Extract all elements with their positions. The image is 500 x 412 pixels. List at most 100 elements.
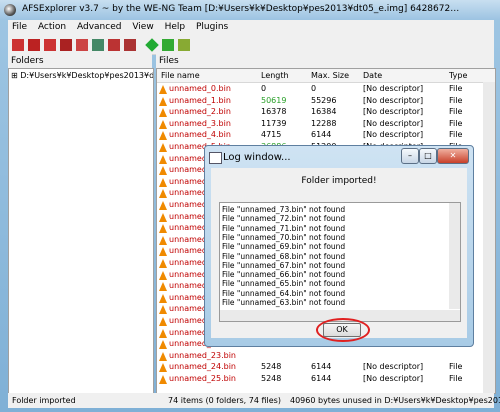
length-cell: 50619 xyxy=(261,95,287,105)
log-line: File "unnamed_67.bin" not found xyxy=(222,260,346,270)
save-icon[interactable] xyxy=(28,39,40,51)
dialog-body: Folder imported! File "unnamed_73.bin" n… xyxy=(211,168,467,342)
file-icon xyxy=(159,131,167,141)
import-icon[interactable] xyxy=(44,39,56,51)
file-icon xyxy=(159,212,167,222)
export-icon[interactable] xyxy=(60,39,72,51)
menu-plugins[interactable]: Plugins xyxy=(192,20,232,34)
tool-icon[interactable] xyxy=(92,39,104,51)
menu-advanced[interactable]: Advanced xyxy=(73,20,125,34)
folders-header: Folders xyxy=(8,54,152,68)
file-icon xyxy=(159,317,167,326)
settings-icon[interactable] xyxy=(178,39,190,51)
file-icon xyxy=(159,305,167,315)
toolbar xyxy=(8,36,494,55)
rebuild-icon[interactable] xyxy=(76,39,88,51)
file-icon xyxy=(159,293,167,303)
file-icon xyxy=(159,119,167,129)
date-cell: [No descriptor] xyxy=(363,107,424,117)
expand-icon[interactable]: ⊞ xyxy=(11,71,20,80)
menu-view[interactable]: View xyxy=(128,20,157,34)
table-row[interactable]: unnamed_24.bin 5248 6144 [No descriptor] Fil… xyxy=(157,362,487,373)
date-cell: [No descriptor] xyxy=(363,95,424,105)
tree-node[interactable]: ⊞ D:¥Users¥k¥Desktop¥pes2013¥dt05_ xyxy=(11,71,153,80)
file-name-cell: unnamed_0.bin xyxy=(169,84,231,93)
log-line: File "unnamed_70.bin" not found xyxy=(222,232,346,242)
col-max-size[interactable]: Max. Size xyxy=(311,71,349,80)
file-name-cell: unnamed_25.bin xyxy=(169,374,236,383)
date-cell: [No descriptor] xyxy=(363,118,424,128)
file-icon xyxy=(159,328,167,338)
window-title: AFSExplorer v3.7 ~ by the WE-NG Team [D:… xyxy=(22,4,460,14)
table-row[interactable]: unnamed_23.bin xyxy=(157,351,487,362)
max-size-cell: 6144 xyxy=(311,374,332,383)
log-dialog: Log window... – □ ✕ Folder imported! Fil… xyxy=(204,145,474,347)
menu-bar: File Action Advanced View Help Plugins xyxy=(8,20,494,36)
menu-help[interactable]: Help xyxy=(161,20,190,34)
type-cell: File xyxy=(449,95,463,105)
length-cell: 11739 xyxy=(261,118,287,128)
col-file-name[interactable]: File name xyxy=(161,71,200,80)
length-cell: 0 xyxy=(261,84,267,93)
type-cell: File xyxy=(449,118,463,128)
waveform-icon[interactable] xyxy=(162,39,174,51)
table-row[interactable]: unnamed_1.bin 50619 55296 [No descriptor] Fi… xyxy=(157,96,487,107)
folder-tree[interactable]: ⊞ D:¥Users¥k¥Desktop¥pes2013¥dt05_ xyxy=(8,68,154,394)
table-row[interactable]: unnamed_3.bin 11739 12288 [No descriptor] Fi… xyxy=(157,119,487,130)
length-cell: 5248 xyxy=(261,374,282,383)
table-row[interactable]: unnamed_0.bin 0 0 [No descriptor] File xyxy=(157,84,487,95)
folders-label: Folders xyxy=(11,56,44,66)
save-as-icon[interactable] xyxy=(108,39,120,51)
files-header: Files xyxy=(156,54,494,68)
file-icon xyxy=(159,177,167,187)
log-line: File "unnamed_63.bin" not found xyxy=(222,298,346,307)
ok-button[interactable]: OK xyxy=(323,323,361,337)
file-icon xyxy=(159,166,167,176)
log-listbox[interactable]: File "unnamed_73.bin" not found File "unn… xyxy=(219,202,461,322)
log-line: File "unnamed_65.bin" not found xyxy=(222,279,346,289)
col-type[interactable]: Type xyxy=(449,71,467,80)
green-gem-icon[interactable] xyxy=(145,38,159,52)
log-line: File "unnamed_68.bin" not found xyxy=(222,251,346,261)
file-icon xyxy=(159,259,167,268)
delete-icon[interactable] xyxy=(124,39,136,51)
file-icon xyxy=(159,375,167,384)
open-icon[interactable] xyxy=(12,39,24,51)
max-size-cell: 6144 xyxy=(311,362,332,372)
log-line: File "unnamed_69.bin" not found xyxy=(222,242,346,252)
date-cell: [No descriptor] xyxy=(363,374,424,383)
file-name-cell: unnamed_1.bin xyxy=(169,95,231,105)
minimize-icon[interactable]: – xyxy=(401,148,419,164)
file-icon xyxy=(159,270,167,280)
table-row[interactable]: unnamed_4.bin 4715 6144 [No descriptor] File xyxy=(157,130,487,141)
log-line: File "unnamed_66.bin" not found xyxy=(222,270,346,280)
table-row[interactable]: unnamed_2.bin 16378 16384 [No descriptor] Fi… xyxy=(157,107,487,118)
log-line: File "unnamed_73.bin" not found xyxy=(222,205,346,214)
log-scrollbar[interactable] xyxy=(449,203,460,309)
date-cell: [No descriptor] xyxy=(363,362,424,372)
status-left: Folder imported xyxy=(12,396,76,405)
status-middle: 74 items (0 folders, 74 files) xyxy=(168,396,281,405)
file-list-scrollbar[interactable] xyxy=(483,82,495,393)
col-length[interactable]: Length xyxy=(261,71,289,80)
file-icon xyxy=(159,96,167,106)
dialog-title: Log window... xyxy=(223,152,291,163)
col-date[interactable]: Date xyxy=(363,71,382,80)
log-line: File "unnamed_64.bin" not found xyxy=(222,288,346,298)
table-row[interactable]: unnamed_25.bin 5248 6144 [No descriptor] Fil… xyxy=(157,374,487,385)
file-name-cell: unnamed_3.bin xyxy=(169,118,231,128)
menu-file[interactable]: File xyxy=(8,20,31,34)
close-icon[interactable]: ✕ xyxy=(437,148,469,164)
length-cell: 4715 xyxy=(261,130,282,140)
file-name-cell: unnamed_23.bin xyxy=(169,350,236,360)
files-label: Files xyxy=(159,56,179,66)
file-icon xyxy=(159,282,167,292)
type-cell: File xyxy=(449,84,463,93)
file-icon xyxy=(159,85,167,94)
file-icon xyxy=(159,201,167,210)
file-icon xyxy=(159,154,167,164)
log-line: File "unnamed_72.bin" not found xyxy=(222,214,346,224)
title-bar[interactable]: AFSExplorer v3.7 ~ by the WE-NG Team [D:… xyxy=(0,0,500,20)
maximize-icon[interactable]: □ xyxy=(419,148,437,164)
menu-action[interactable]: Action xyxy=(34,20,70,34)
